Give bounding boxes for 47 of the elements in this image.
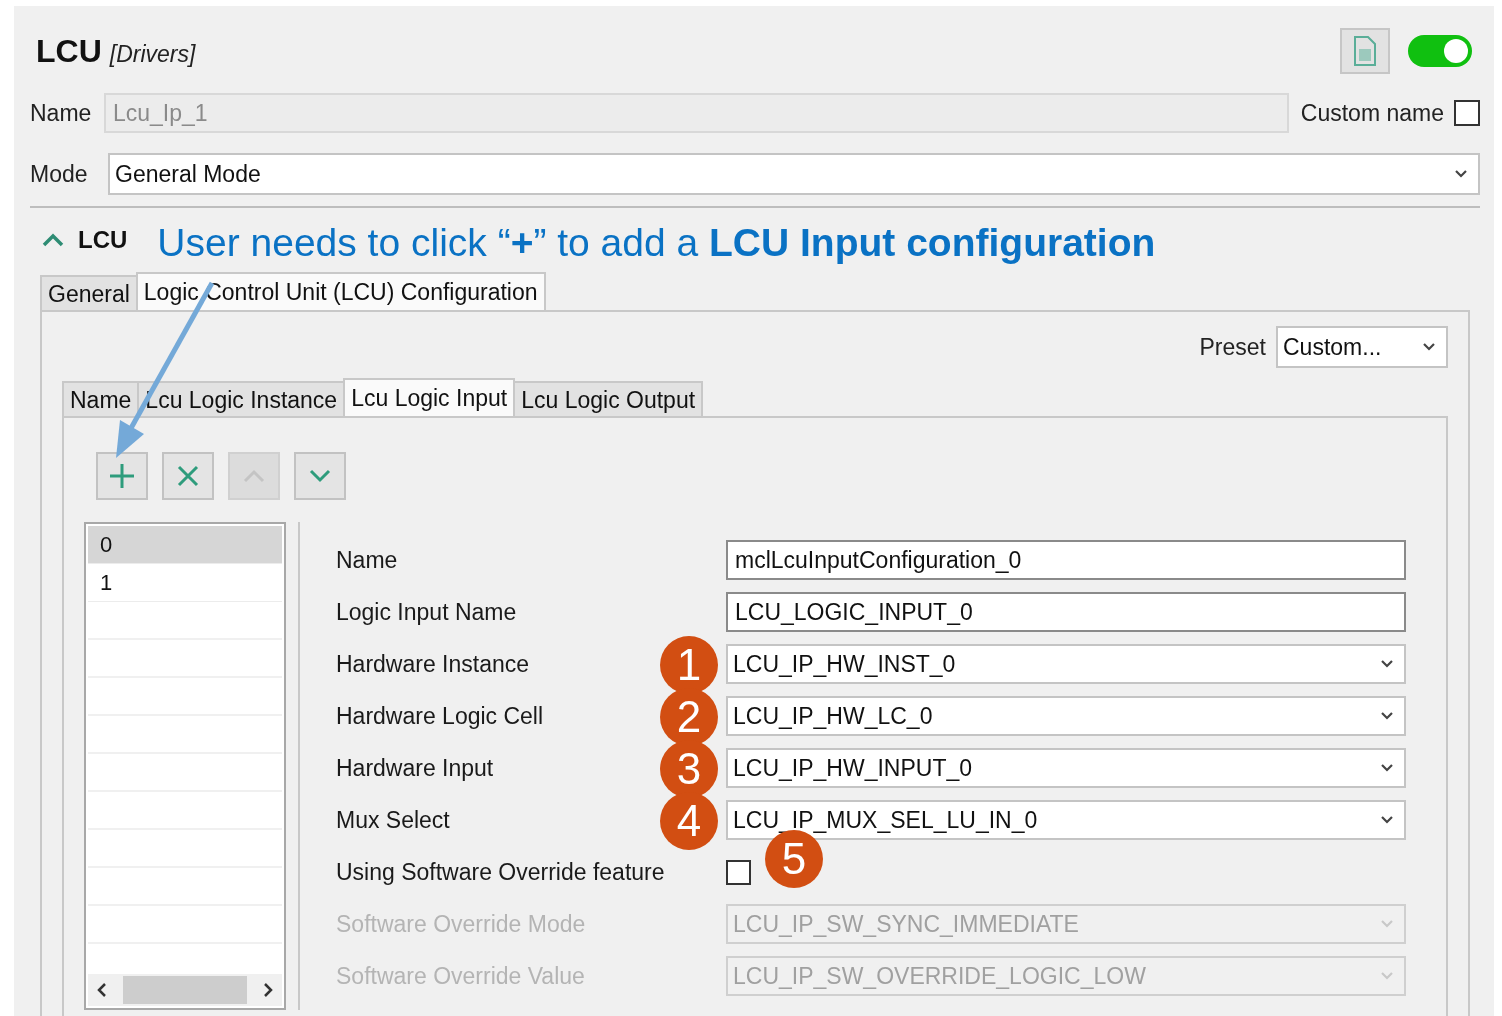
custom-name-checkbox[interactable] (1454, 100, 1480, 126)
mode-label: Mode (30, 159, 89, 189)
document-icon (1353, 35, 1377, 67)
mode-dropdown[interactable]: General Mode (108, 153, 1480, 195)
text-field[interactable]: mclLcuInputConfiguration_0 (726, 540, 1406, 580)
text-field[interactable]: LCU_LOGIC_INPUT_0 (726, 592, 1406, 632)
delete-button[interactable] (162, 452, 214, 500)
field-label: Hardware Input (336, 754, 494, 781)
down-button[interactable] (294, 452, 346, 500)
checkbox[interactable] (726, 859, 751, 885)
section-toggle[interactable]: LCU (42, 222, 128, 268)
horizontal-scrollbar[interactable] (88, 974, 282, 1006)
dropdown-field[interactable]: LCU_IP_HW_INST_0 (726, 644, 1406, 684)
tab[interactable]: Name (62, 381, 140, 416)
tab[interactable]: Lcu Logic Output (513, 381, 704, 416)
tab[interactable]: Lcu Logic Input (343, 378, 516, 416)
annotation-text: User needs to click “+” to add a LCU Input configuration (157, 223, 1156, 266)
dropdown-field[interactable]: LCU_IP_HW_LC_0 (726, 696, 1406, 736)
toggle-switch[interactable] (1408, 35, 1472, 67)
document-button[interactable] (1340, 28, 1390, 74)
field-label: Software Override Mode (336, 910, 586, 937)
scroll-right-icon (262, 982, 274, 998)
tab[interactable]: General (40, 275, 138, 310)
page-subtitle: [Drivers] (109, 40, 196, 69)
scroll-left-icon (96, 982, 108, 998)
plus-icon (108, 462, 136, 490)
custom-name-label: Custom name (1300, 98, 1444, 128)
field-label: Logic Input Name (336, 598, 517, 625)
name-label: Name (30, 98, 93, 128)
chevron-up-icon (42, 233, 64, 247)
page-title: LCU (36, 32, 102, 71)
list-item[interactable]: 0 (88, 526, 282, 564)
chevron-down-icon (309, 469, 331, 483)
field-label: Mux Select (336, 806, 450, 833)
field-label: Using Software Override feature (336, 858, 665, 885)
field-label: Software Override Value (336, 962, 585, 989)
add-button[interactable] (96, 452, 148, 500)
preset-label: Preset (1199, 332, 1266, 362)
dropdown-field[interactable]: LCU_IP_MUX_SEL_LU_IN_0 (726, 800, 1406, 840)
dropdown-field[interactable]: LCU_IP_HW_INPUT_0 (726, 748, 1406, 788)
field-label: Name (336, 546, 398, 573)
chevron-up-icon (243, 469, 265, 483)
close-icon (177, 465, 199, 487)
field-label: Hardware Instance (336, 650, 530, 677)
preset-dropdown[interactable]: Custom... (1276, 326, 1448, 368)
field-label: Hardware Logic Cell (336, 702, 544, 729)
step-number-badge: 4 (660, 792, 718, 850)
